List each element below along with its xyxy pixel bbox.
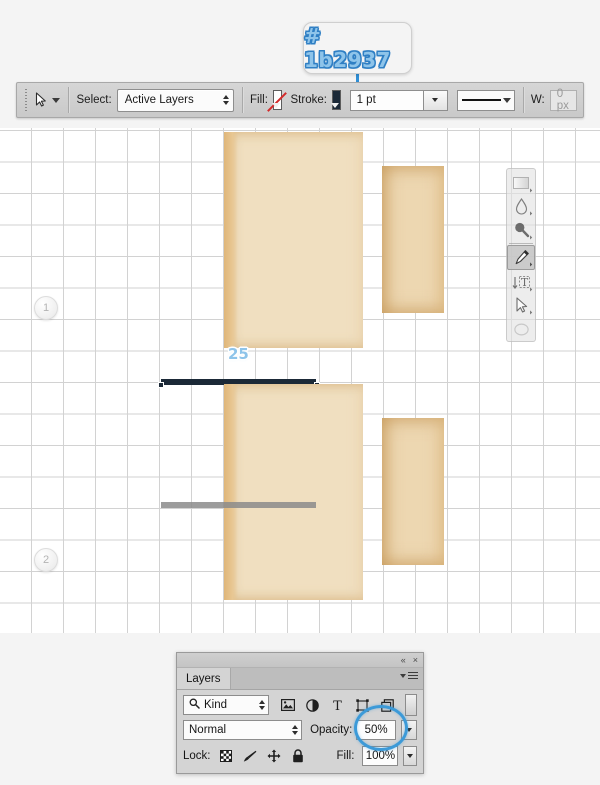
artboard-shape-secondary-1 xyxy=(382,166,444,313)
fill-label-panel: Fill: xyxy=(336,750,355,762)
filter-kind-dropdown[interactable]: Kind xyxy=(183,695,269,715)
measure-label-1: 25 xyxy=(228,345,249,363)
lock-pixels-icon[interactable] xyxy=(243,749,257,763)
solid-line-icon xyxy=(461,99,501,101)
stroke-swatch-chevron-down-icon[interactable] xyxy=(330,103,339,108)
app-root: 25 1 2 T # 1b2937 Select: Active Layers … xyxy=(0,0,600,785)
tab-layers-label: Layers xyxy=(186,672,221,685)
path-selection-tool-icon[interactable] xyxy=(508,294,534,318)
width-input[interactable]: 0 px xyxy=(549,88,577,112)
path-line-faded[interactable] xyxy=(161,502,316,508)
blur-droplet-tool-icon[interactable] xyxy=(508,195,534,219)
stroke-style-chevron-down-icon[interactable] xyxy=(502,97,511,103)
stroke-swatch[interactable] xyxy=(330,90,341,110)
blend-mode-stepper-icon[interactable] xyxy=(292,725,299,735)
fill-slider-chevron-down-icon[interactable] xyxy=(403,746,417,766)
opacity-highlight-ring xyxy=(354,705,408,751)
type-tool-icon[interactable]: T xyxy=(508,270,534,294)
stroke-weight-value[interactable]: 1 pt xyxy=(349,89,424,111)
stroke-style-dropdown[interactable] xyxy=(456,89,515,111)
tools-palette[interactable]: T xyxy=(506,168,536,342)
artboard-shape-primary-1 xyxy=(224,132,363,348)
zoom-tool-icon[interactable] xyxy=(508,218,534,242)
ellipse-tool-icon[interactable] xyxy=(508,317,534,341)
adjustment-layer-filter-icon[interactable] xyxy=(306,698,320,712)
svg-text:T: T xyxy=(333,699,342,712)
path-selection-arrow-icon[interactable] xyxy=(35,89,47,111)
select-mode-stepper-icon[interactable] xyxy=(222,95,229,105)
layers-panel-tabstrip[interactable]: Layers xyxy=(177,668,423,690)
blend-mode-dropdown[interactable]: Normal xyxy=(183,720,303,740)
fill-label: Fill: xyxy=(250,94,268,106)
stroke-weight-control[interactable]: 1 pt xyxy=(349,89,448,111)
hex-color-callout: # 1b2937 xyxy=(303,22,412,74)
filter-kind-stepper-icon[interactable] xyxy=(258,700,265,710)
options-bar[interactable]: Select: Active Layers Fill: Stroke: 1 pt… xyxy=(16,82,584,118)
path-anchor-start[interactable] xyxy=(158,382,164,388)
width-label: W: xyxy=(530,94,545,106)
lock-icon-group[interactable] xyxy=(219,749,305,763)
blend-mode-value: Normal xyxy=(189,724,227,736)
pixel-layer-filter-icon[interactable] xyxy=(280,698,295,712)
lock-all-icon[interactable] xyxy=(291,749,305,763)
fill-swatch[interactable] xyxy=(267,90,288,112)
lock-transparency-icon[interactable] xyxy=(219,749,233,763)
stroke-weight-chevron-down-icon[interactable] xyxy=(423,89,448,111)
gradient-tool-icon[interactable] xyxy=(508,171,534,195)
no-fill-slash-icon xyxy=(267,92,288,112)
select-mode-dropdown[interactable]: Active Layers xyxy=(116,88,234,112)
stroke-label: Stroke: xyxy=(290,94,327,106)
tool-preset-chevron-down-icon[interactable] xyxy=(52,97,61,103)
select-mode-value: Active Layers xyxy=(124,94,194,106)
panel-menu-icon[interactable] xyxy=(400,672,418,680)
search-icon xyxy=(189,698,200,712)
tools-divider xyxy=(509,242,533,244)
step-marker-1: 1 xyxy=(34,296,58,320)
svg-text:T: T xyxy=(520,276,528,289)
layers-panel-titlebar[interactable]: « × xyxy=(177,653,423,668)
filter-kind-label: Kind xyxy=(204,699,228,711)
hex-color-value: # 1b2937 xyxy=(304,24,391,72)
artboard-shape-secondary-2 xyxy=(382,418,444,565)
lock-position-icon[interactable] xyxy=(267,749,281,763)
step-marker-2: 2 xyxy=(34,548,58,572)
tab-layers[interactable]: Layers xyxy=(177,668,231,689)
lock-label: Lock: xyxy=(183,750,211,762)
collapse-icon[interactable]: « xyxy=(401,655,406,665)
artboard-shape-primary-2 xyxy=(224,384,363,600)
close-icon[interactable]: × xyxy=(413,655,418,665)
filter-enable-toggle[interactable] xyxy=(404,694,417,716)
opacity-label: Opacity: xyxy=(310,724,353,736)
select-label: Select: xyxy=(76,94,112,106)
options-bar-gripper[interactable] xyxy=(25,89,28,111)
type-layer-filter-icon: T xyxy=(331,698,345,712)
fill-swatch-chevron-down-icon[interactable] xyxy=(271,103,280,108)
pen-tool-icon[interactable] xyxy=(507,244,535,271)
